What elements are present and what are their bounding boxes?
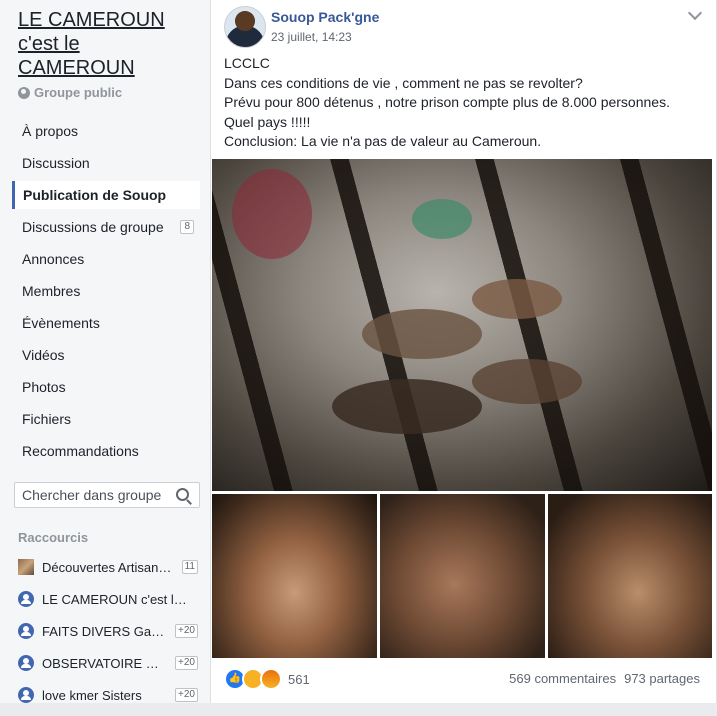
post-text: LCCLC Dans ces conditions de vie , comme… (224, 54, 704, 152)
shortcut-item[interactable]: Découvertes Artisan… 11 (18, 556, 198, 578)
nav-item-files[interactable]: Fichiers (12, 405, 200, 433)
group-sidebar: LE CAMEROUN c'est le CAMEROUN Groupe pub… (0, 0, 210, 703)
post-text-line: Prévu pour 800 détenus , notre prison co… (224, 94, 670, 111)
shortcut-count: 11 (181, 560, 198, 574)
post-stats: 569 commentaires 973 partages (509, 671, 700, 686)
shortcut-count: +20 (175, 624, 198, 638)
group-icon (18, 687, 34, 703)
group-icon (18, 655, 34, 671)
shortcut-item[interactable]: OBSERVATOIRE … +20 (18, 652, 198, 674)
nav-item-events[interactable]: Évènements (12, 309, 200, 337)
nav-item-about[interactable]: À propos (12, 117, 200, 145)
nav-item-photos[interactable]: Photos (12, 373, 200, 401)
shortcut-count: +20 (175, 688, 198, 702)
group-type: Groupe public (18, 85, 122, 100)
post-text-line: Dans ces conditions de vie , comment ne … (224, 74, 583, 91)
post-text-line: LCCLC (224, 55, 270, 71)
nav-item-recommendations[interactable]: Recommandations (12, 437, 200, 465)
nav-item-announcements[interactable]: Annonces (12, 245, 200, 273)
search-input[interactable] (15, 483, 172, 507)
post-timestamp[interactable]: 23 juillet, 14:23 (271, 30, 352, 44)
reactions-summary[interactable]: 👍 561 (224, 668, 310, 690)
group-thumbnail-icon (18, 559, 34, 575)
shortcuts-list: Découvertes Artisan… 11 LE CAMEROUN c'es… (18, 556, 198, 716)
feed-post: Souop Pack'gne 23 juillet, 14:23 LCCLC D… (210, 0, 717, 703)
post-text-line: Quel pays !!!!! (224, 113, 311, 130)
post-options-chevron-icon[interactable] (687, 5, 703, 21)
post-photo-thumb[interactable] (380, 494, 545, 658)
nav-badge: 8 (180, 220, 194, 234)
group-icon (18, 623, 34, 639)
shortcut-count: +20 (175, 656, 198, 670)
reaction-count: 561 (288, 671, 310, 687)
globe-icon (18, 86, 30, 99)
angry-icon (260, 668, 282, 690)
group-icon (18, 591, 34, 607)
nav-item-group-chats[interactable]: Discussions de groupe 8 (12, 213, 200, 241)
nav-item-souop-post[interactable]: Publication de Souop (12, 181, 200, 209)
group-search (14, 482, 200, 508)
group-type-label: Groupe public (34, 85, 123, 100)
nav-item-members[interactable]: Membres (12, 277, 200, 305)
post-text-line: Conclusion: La vie n'a pas de valeur au … (224, 133, 542, 150)
post-photo-thumb[interactable] (212, 494, 377, 658)
author-avatar[interactable] (224, 6, 266, 48)
nav-item-videos[interactable]: Vidéos (12, 341, 200, 369)
post-author[interactable]: Souop Pack'gne (271, 9, 379, 25)
shares-count[interactable]: 973 partages (624, 671, 700, 686)
shortcut-item[interactable]: LE CAMEROUN c'est l… (18, 588, 198, 610)
group-title[interactable]: LE CAMEROUN c'est le CAMEROUN (18, 8, 198, 80)
nav-item-discussion[interactable]: Discussion (12, 149, 200, 177)
shortcuts-title: Raccourcis (18, 530, 89, 545)
shortcut-item[interactable]: FAITS DIVERS Ga… +20 (18, 620, 198, 642)
post-photo-thumb[interactable] (548, 494, 712, 658)
comments-count[interactable]: 569 commentaires (509, 671, 616, 686)
search-icon[interactable] (176, 488, 189, 501)
group-nav: À propos Discussion Publication de Souop… (12, 117, 200, 469)
post-photo-main[interactable] (212, 159, 712, 491)
